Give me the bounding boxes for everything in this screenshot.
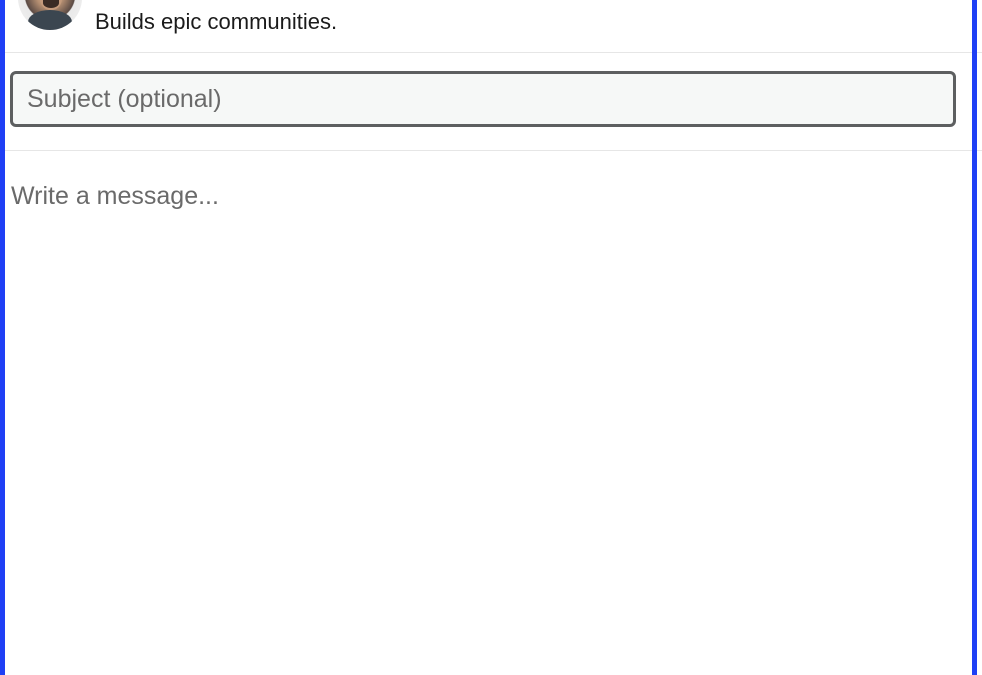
avatar bbox=[18, 0, 82, 30]
subject-input[interactable] bbox=[10, 71, 956, 127]
avatar-shirt bbox=[28, 10, 72, 30]
recipient-header: Builds epic communities. bbox=[5, 0, 982, 53]
focus-border-right bbox=[972, 0, 977, 675]
recipient-tagline: Builds epic communities. bbox=[95, 9, 338, 34]
subject-section bbox=[5, 53, 982, 151]
message-input[interactable] bbox=[5, 166, 965, 671]
compose-message-panel: Builds epic communities. bbox=[0, 0, 982, 675]
